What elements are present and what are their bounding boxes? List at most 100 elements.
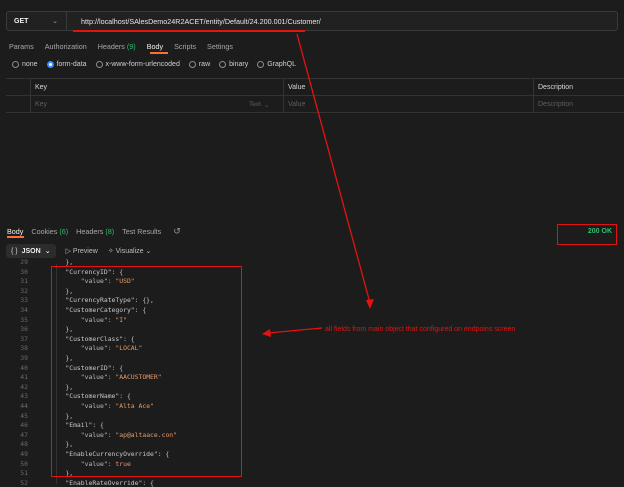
type-select-label: Text: [249, 101, 261, 108]
request-tabs: Params Authorization Headers (9) Body Sc…: [9, 42, 233, 51]
annotation-highlight-box: [51, 266, 242, 477]
column-header-key: Key: [35, 84, 48, 91]
tab-body[interactable]: Body: [147, 42, 163, 51]
column-divider: [283, 79, 284, 113]
line-number: 37: [20, 334, 28, 343]
radio-raw[interactable]: raw: [188, 61, 211, 68]
tab-label: Scripts: [174, 42, 197, 51]
table-row: Key Text ⌄ Value Description: [6, 96, 624, 113]
tab-label: Body: [146, 42, 164, 51]
radio-label: form-data: [56, 61, 87, 68]
table-header-row: Key Value Description: [6, 79, 624, 96]
play-icon: ▷: [65, 248, 71, 255]
description-input[interactable]: Description: [533, 96, 573, 113]
line-number: 45: [20, 411, 28, 420]
radio-icon: [188, 61, 196, 68]
line-number: 48: [20, 440, 28, 449]
radio-none[interactable]: none: [12, 61, 38, 68]
line-number: 31: [20, 277, 28, 286]
tab-label: Params: [9, 42, 34, 51]
tab-cookies[interactable]: Cookies (6): [31, 227, 68, 236]
format-label: JSON: [21, 247, 41, 255]
code-line: 52 "EnableRateOverride": {: [0, 479, 624, 487]
tab-label: Headers: [97, 42, 125, 51]
tab-test-results[interactable]: Test Results: [122, 227, 161, 236]
line-number: 39: [20, 354, 28, 362]
active-tab-indicator: [7, 236, 24, 238]
radio-icon: [95, 61, 103, 68]
format-select[interactable]: { } JSON ⌄: [6, 244, 56, 258]
line-number: 38: [20, 344, 28, 353]
form-data-table: Key Value Description Key Text ⌄ Value De…: [6, 78, 624, 113]
chevron-down-icon: ⌄: [52, 18, 58, 25]
tab-label: Body: [7, 227, 24, 236]
method-select[interactable]: GET ⌄: [7, 12, 67, 30]
line-number: 32: [20, 286, 28, 295]
line-number: 41: [20, 373, 28, 382]
annotation-url-underline: [73, 30, 305, 32]
radio-label: GraphQL: [267, 61, 296, 68]
radio-icon: [219, 61, 227, 68]
line-number: 33: [20, 296, 28, 305]
tab-response-body[interactable]: Body: [7, 227, 23, 236]
column-header-description: Description: [538, 84, 574, 91]
line-number: 43: [20, 392, 28, 401]
visualize-button[interactable]: ✧ Visualize ⌄: [108, 247, 152, 255]
tab-scripts[interactable]: Scripts: [174, 42, 196, 51]
body-type-options: none form-data x-www-form-urlencoded raw…: [12, 61, 296, 68]
status-badge: 200 OK: [587, 228, 612, 235]
value-input[interactable]: Value: [283, 96, 305, 113]
annotation-status-box: 200 OK: [557, 224, 617, 245]
radio-label: none: [22, 61, 38, 68]
line-number: 52: [20, 478, 28, 487]
line-number: 35: [20, 315, 28, 324]
line-number: 51: [20, 469, 28, 478]
tab-label: Test Results: [122, 227, 162, 236]
line-number: 40: [20, 363, 28, 372]
radio-label: raw: [198, 61, 211, 68]
tab-settings[interactable]: Settings: [207, 42, 233, 51]
visualize-label: Visualize: [115, 248, 144, 255]
code-text: },: [50, 258, 74, 266]
line-number: 34: [20, 306, 28, 314]
radio-x-www-form-urlencoded[interactable]: x-www-form-urlencoded: [95, 61, 180, 68]
radio-binary[interactable]: binary: [219, 61, 248, 68]
key-input[interactable]: Key: [30, 96, 47, 113]
tab-count: (8): [105, 227, 115, 236]
line-number: 30: [20, 267, 28, 276]
annotation-note: all fields from main object that configu…: [325, 326, 516, 333]
request-url-bar: GET ⌄ http://localhost/SAlesDemo24R2ACET…: [6, 11, 618, 31]
url-input[interactable]: http://localhost/SAlesDemo24R2ACET/entit…: [81, 17, 321, 26]
code-text: "EnableRateOverride": {: [50, 478, 154, 487]
response-view-bar: { } JSON ⌄ ▷ Preview ✧ Visualize ⌄: [6, 244, 151, 258]
line-number: 47: [20, 430, 28, 439]
history-icon[interactable]: ↺: [173, 226, 181, 237]
tab-label: Authorization: [44, 42, 87, 51]
line-number: 44: [20, 402, 28, 410]
radio-form-data[interactable]: form-data: [46, 61, 87, 68]
line-number: 36: [20, 325, 28, 334]
radio-selected-icon: [46, 61, 54, 68]
line-number: 46: [20, 421, 28, 430]
radio-icon: [12, 61, 19, 68]
line-number: 50: [20, 459, 28, 468]
line-number: 29: [20, 258, 28, 266]
tab-params[interactable]: Params: [9, 42, 34, 51]
radio-graphql[interactable]: GraphQL: [257, 61, 296, 68]
visualize-icon: ✧: [107, 248, 114, 255]
tab-label: Headers: [76, 227, 104, 236]
tab-count: (6): [59, 227, 69, 236]
tab-headers[interactable]: Headers (9): [98, 42, 136, 51]
line-number: 49: [20, 450, 28, 458]
method-label: GET: [14, 17, 29, 25]
tab-count: (9): [126, 42, 136, 51]
line-number: 42: [20, 382, 28, 391]
chevron-down-icon: ⌄: [263, 101, 270, 109]
chevron-down-icon: ⌄: [145, 248, 152, 255]
tab-response-headers[interactable]: Headers (8): [76, 227, 114, 236]
radio-label: x-www-form-urlencoded: [105, 61, 180, 68]
preview-button[interactable]: ▷ Preview: [66, 247, 98, 255]
tab-authorization[interactable]: Authorization: [45, 42, 87, 51]
response-tabs: Body Cookies (6) Headers (8) Test Result…: [7, 226, 181, 237]
type-select[interactable]: Text ⌄: [249, 96, 269, 113]
